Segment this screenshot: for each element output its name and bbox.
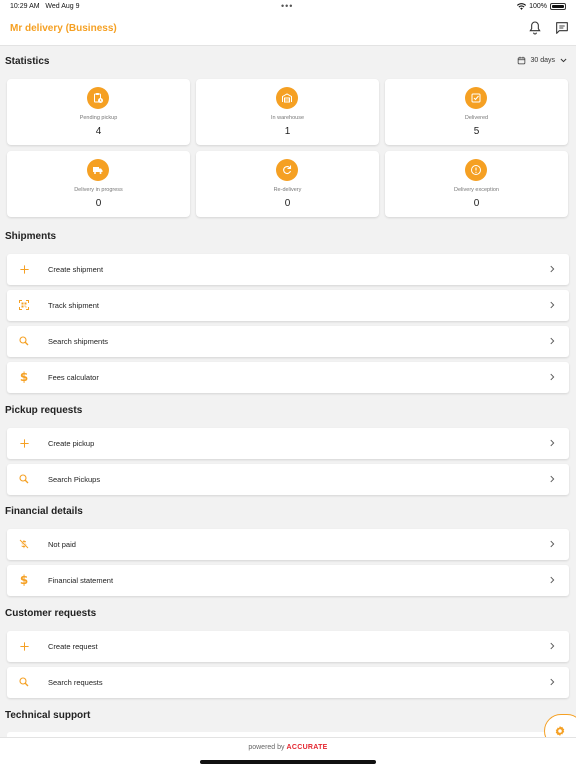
search-icon (17, 334, 31, 348)
stat-value: 0 (284, 198, 291, 209)
row-label: Not paid (48, 540, 76, 549)
stat-card-pending-pickup[interactable]: Pending pickup 4 (7, 79, 190, 145)
pickup-requests-title: Pickup requests (5, 405, 83, 416)
plus-icon (17, 436, 31, 450)
shipments-title: Shipments (5, 231, 57, 242)
financial-statement-row[interactable]: $ Financial statement (7, 565, 569, 596)
stat-card-delivery-exception[interactable]: Delivery exception 0 (385, 151, 568, 217)
stat-value: 0 (473, 198, 480, 209)
truck-icon (87, 159, 109, 181)
qr-scan-icon (17, 298, 31, 312)
warehouse-icon (276, 87, 298, 109)
fees-calculator-row[interactable]: $ Fees calculator (7, 362, 569, 393)
chevron-right-icon (550, 678, 555, 686)
gear-icon (555, 726, 565, 736)
chevron-right-icon (550, 439, 555, 447)
status-right: 100% (517, 3, 566, 10)
home-indicator[interactable] (200, 760, 376, 764)
stat-card-delivered[interactable]: Delivered 5 (385, 79, 568, 145)
row-label: Financial statement (48, 576, 114, 585)
messages-icon[interactable] (554, 20, 570, 36)
row-label: Create shipment (48, 265, 104, 274)
stat-card-delivery-in-progress[interactable]: Delivery in progress 0 (7, 151, 190, 217)
statistics-title: Statistics (5, 56, 50, 67)
stat-label: Delivered (464, 115, 489, 121)
dashboard-content[interactable]: Statistics 30 days Pending pickup 4 In w… (0, 47, 576, 737)
row-label: Search shipments (48, 337, 109, 346)
plus-icon (17, 639, 31, 653)
row-label: Create pickup (48, 439, 95, 448)
status-bar: 10:29 AM Wed Aug 9 ••• 100% (0, 0, 576, 14)
app-bar: Mr delivery (Business) (0, 14, 576, 46)
dollar-icon: $ (19, 370, 29, 384)
calendar-icon (518, 56, 526, 65)
chevron-right-icon (550, 301, 555, 309)
multitasking-dots[interactable]: ••• (281, 1, 293, 11)
create-request-row[interactable]: Create request (7, 631, 569, 662)
chevron-right-icon (550, 576, 555, 584)
dollar-icon: $ (19, 573, 29, 587)
accurate-logo: ACCURATE (286, 744, 328, 751)
stat-label: Re-delivery (273, 187, 302, 193)
technical-support-title: Technical support (5, 710, 91, 721)
chevron-right-icon (550, 337, 555, 345)
search-pickups-row[interactable]: Search Pickups (7, 464, 569, 495)
customer-requests-title: Customer requests (5, 608, 97, 619)
search-icon (17, 675, 31, 689)
stat-label: Delivery exception (454, 187, 499, 193)
date-range-selector[interactable]: 30 days (517, 56, 568, 65)
stat-value: 4 (95, 126, 102, 137)
check-box-icon (465, 87, 487, 109)
stat-card-re-delivery[interactable]: Re-delivery 0 (196, 151, 379, 217)
search-icon (17, 472, 31, 486)
not-paid-row[interactable]: $ Not paid (7, 529, 569, 560)
row-label: Search Pickups (48, 475, 101, 484)
chevron-right-icon (550, 373, 555, 381)
create-shipment-row[interactable]: Create shipment (7, 254, 569, 285)
track-shipment-row[interactable]: Track shipment (7, 290, 569, 321)
battery-percent: 100% (529, 3, 547, 10)
battery-icon (550, 3, 566, 10)
refresh-icon (276, 159, 298, 181)
powered-by: powered by ACCURATE (248, 744, 328, 751)
chevron-down-icon (560, 58, 567, 63)
stat-value: 5 (473, 126, 480, 137)
search-requests-row[interactable]: Search requests (7, 667, 569, 698)
search-shipments-row[interactable]: Search shipments (7, 326, 569, 357)
financial-details-title: Financial details (5, 506, 83, 517)
clipboard-clock-icon (87, 87, 109, 109)
stat-value: 0 (95, 198, 102, 209)
row-label: Create request (48, 642, 98, 651)
date-range-label: 30 days (530, 57, 555, 64)
create-pickup-row[interactable]: Create pickup (7, 428, 569, 459)
stat-label: In warehouse (270, 115, 305, 121)
money-off-icon: $ (17, 537, 31, 551)
stat-label: Delivery in progress (74, 187, 123, 193)
bell-icon[interactable] (527, 20, 543, 36)
alert-icon (465, 159, 487, 181)
chevron-right-icon (550, 642, 555, 650)
app-title: Mr delivery (Business) (10, 23, 117, 34)
plus-icon (17, 262, 31, 276)
chevron-right-icon (550, 540, 555, 548)
footer: powered by ACCURATE (0, 737, 576, 768)
status-time: 10:29 AM Wed Aug 9 (10, 3, 80, 10)
wifi-icon (517, 3, 527, 10)
row-label: Fees calculator (48, 373, 99, 382)
stat-value: 1 (284, 126, 291, 137)
row-label: Search requests (48, 678, 103, 687)
stat-label: Pending pickup (79, 115, 118, 121)
chevron-right-icon (550, 265, 555, 273)
row-label: Track shipment (48, 301, 99, 310)
stat-card-in-warehouse[interactable]: In warehouse 1 (196, 79, 379, 145)
chevron-right-icon (550, 475, 555, 483)
